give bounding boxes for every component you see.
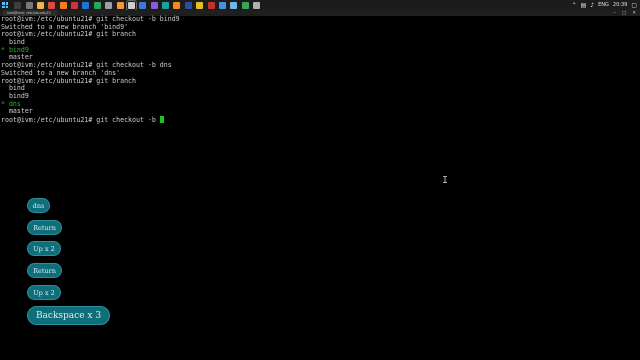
app-grey-icon[interactable] xyxy=(105,1,113,9)
taskbar-app-list xyxy=(12,0,262,11)
terminal-line: bind xyxy=(1,38,637,47)
network-icon[interactable]: ▤ xyxy=(581,2,587,9)
app-green-2-icon[interactable] xyxy=(241,1,249,9)
maximize-icon[interactable]: □ xyxy=(622,11,626,16)
system-tray: ⌃ ▤ ♪ ENG 20:39 ▢ xyxy=(568,0,640,10)
terminal-line: * bind9 xyxy=(1,46,637,55)
keypress-badge: Up x 2 xyxy=(27,285,61,300)
app-orange-icon[interactable] xyxy=(116,1,124,9)
terminal-line: * dns xyxy=(1,100,637,109)
terminal-line-text: master xyxy=(1,107,33,116)
chevron-up-icon[interactable]: ⌃ xyxy=(572,2,577,9)
app-red-2-icon[interactable] xyxy=(207,1,215,9)
app-darkblue-icon[interactable] xyxy=(184,1,192,9)
terminal-icon[interactable] xyxy=(125,0,137,11)
app-lightblue-icon[interactable] xyxy=(230,1,238,9)
close-icon[interactable]: ✕ xyxy=(632,11,636,16)
app-red-icon[interactable] xyxy=(71,1,79,9)
terminal-line: root@ivm:/etc/ubuntu21# git branch xyxy=(1,77,637,86)
app-blue-3-icon[interactable] xyxy=(218,1,226,9)
keypress-badge: Up x 2 xyxy=(27,241,61,256)
app-teal-icon[interactable] xyxy=(162,1,170,9)
terminal-line: master xyxy=(1,107,637,116)
app-purple-icon[interactable] xyxy=(150,1,158,9)
keypress-badge: Backspace x 3 xyxy=(27,306,110,325)
app-blue-icon[interactable] xyxy=(82,1,90,9)
notifications-icon[interactable]: ▢ xyxy=(631,2,637,9)
keypress-badge: dns xyxy=(27,198,50,213)
minimize-icon[interactable]: – xyxy=(614,11,616,16)
app-blue-2-icon[interactable] xyxy=(139,1,147,9)
terminal-line-text: root@ivm:/etc/ubuntu21# git checkout -b xyxy=(1,115,160,124)
text-cursor-icon xyxy=(443,176,447,183)
vlc-icon[interactable] xyxy=(173,1,181,9)
terminal-output[interactable]: root@ivm:/etc/ubuntu21# git checkout -b … xyxy=(1,15,637,124)
language-indicator[interactable]: ENG xyxy=(598,2,609,8)
search-icon[interactable] xyxy=(14,1,22,9)
keypress-badge: Return xyxy=(27,220,62,235)
terminal-line: root@ivm:/etc/ubuntu21# git checkout -b xyxy=(1,115,637,124)
windows-logo-icon xyxy=(2,2,8,8)
firefox-icon[interactable] xyxy=(59,1,67,9)
taskbar: ⌃ ▤ ♪ ENG 20:39 ▢ xyxy=(0,0,640,11)
app-green-icon[interactable] xyxy=(93,1,101,9)
file-explorer-icon[interactable] xyxy=(36,1,44,9)
terminal-line: bind9 xyxy=(1,92,637,101)
terminal-cursor xyxy=(159,115,164,123)
app-grey-2-icon[interactable] xyxy=(253,1,261,9)
task-view-icon[interactable] xyxy=(25,1,33,9)
keypress-badge: Return xyxy=(27,263,62,278)
app-yellow-icon[interactable] xyxy=(196,1,204,9)
clock[interactable]: 20:39 xyxy=(613,2,627,8)
start-button[interactable] xyxy=(0,0,10,10)
terminal-line: root@ivm:/etc/ubuntu21# git branch xyxy=(1,31,637,39)
terminal-line: bind xyxy=(1,84,637,93)
chrome-icon[interactable] xyxy=(48,1,56,9)
volume-icon[interactable]: ♪ xyxy=(590,2,594,9)
